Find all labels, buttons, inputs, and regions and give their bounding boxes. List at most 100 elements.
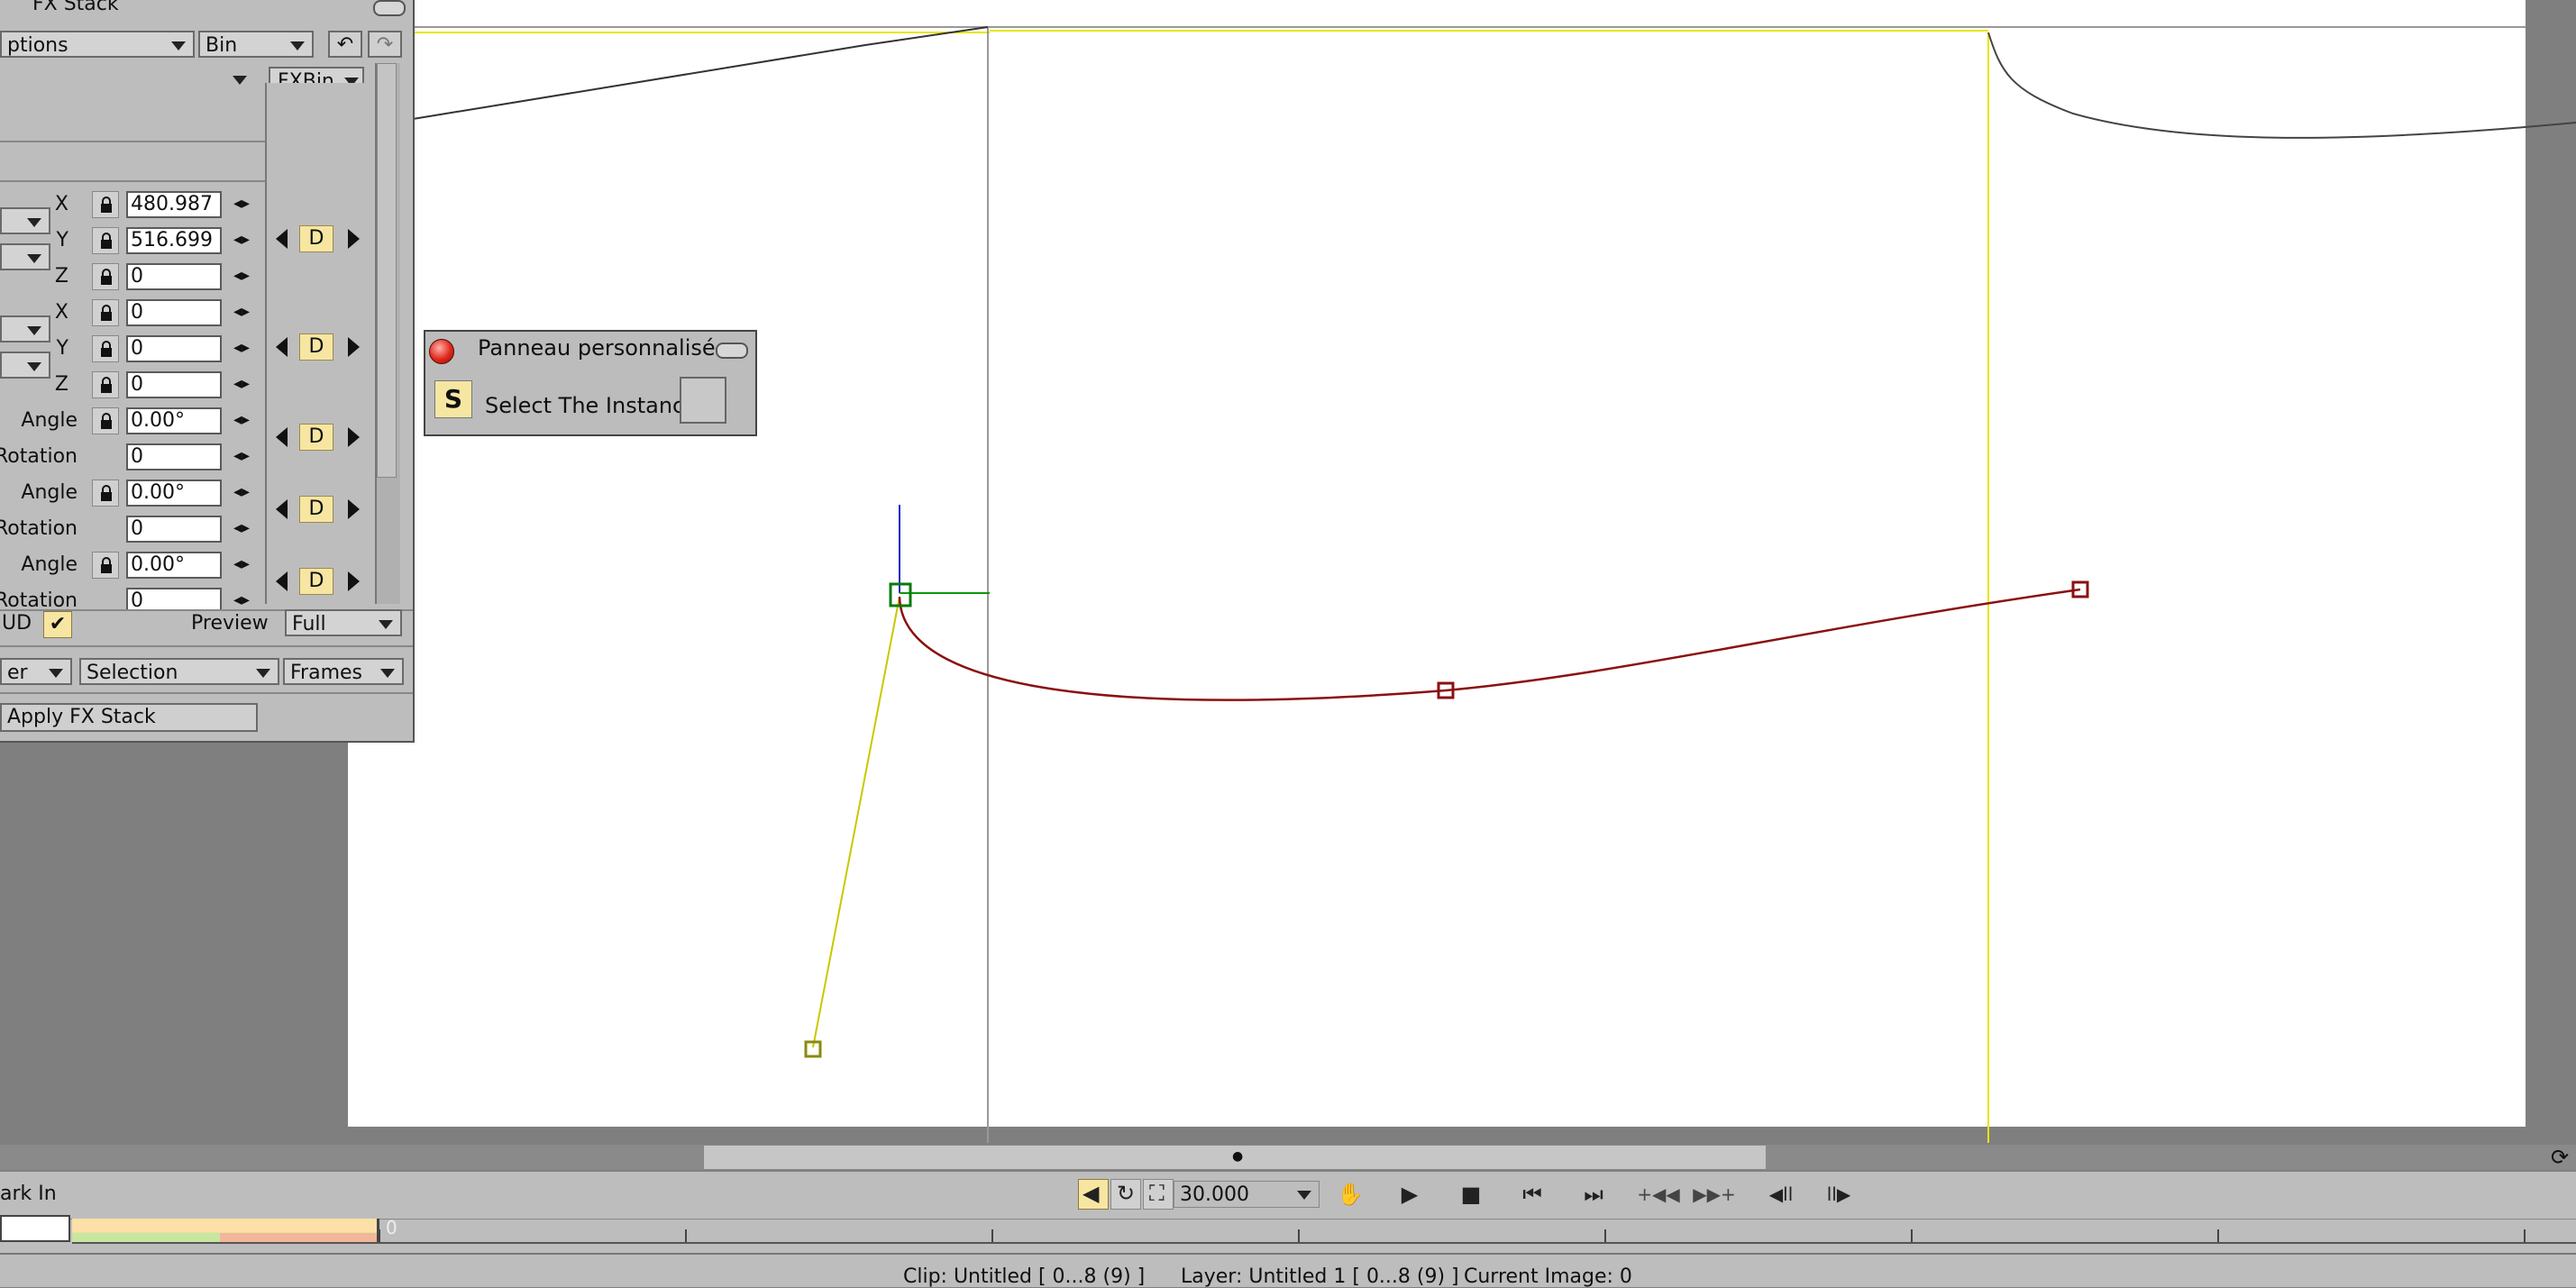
next-key-icon[interactable]: [348, 427, 360, 447]
param-label: Angle: [21, 481, 78, 504]
chevron-down-icon: [256, 669, 270, 678]
lock-icon[interactable]: [92, 480, 119, 507]
keyframe-button[interactable]: D: [299, 225, 333, 252]
chevron-down-icon: [27, 362, 41, 371]
render-dropdown-label: er: [7, 662, 28, 684]
next-key-icon[interactable]: [348, 499, 360, 519]
param-value-field[interactable]: 516.699: [126, 227, 222, 254]
spinner-icon[interactable]: ◂▸: [231, 519, 252, 537]
custom-panel: Panneau personnalisé S Select The Instan…: [424, 330, 757, 436]
next-frame-button[interactable]: ll▶: [1819, 1181, 1859, 1208]
param-value-field[interactable]: 0.00°: [126, 407, 222, 434]
param-value-field[interactable]: 0: [126, 443, 222, 470]
current-frame-label: 0: [386, 1217, 397, 1238]
lock-icon[interactable]: [92, 407, 119, 434]
add-prev-key-button[interactable]: +◀◀: [1635, 1181, 1682, 1208]
lock-icon[interactable]: [92, 371, 119, 398]
param-value-field[interactable]: 0.00°: [126, 552, 222, 579]
preview-dropdown[interactable]: Full: [285, 609, 402, 636]
lock-icon[interactable]: [92, 552, 119, 579]
spinner-icon[interactable]: ◂▸: [231, 591, 252, 609]
param-label: Rotation: [0, 517, 78, 540]
param-value-field[interactable]: 0: [126, 335, 222, 362]
spinner-icon[interactable]: ◂▸: [231, 303, 252, 321]
timeline-tick: [2217, 1229, 2219, 1242]
preview-value: Full: [292, 613, 326, 635]
prev-key-icon[interactable]: [276, 229, 288, 249]
selection-dropdown[interactable]: Selection: [79, 658, 279, 685]
spinner-icon[interactable]: ◂▸: [231, 483, 252, 501]
spinner-icon[interactable]: ◂▸: [231, 447, 252, 465]
keyframe-button[interactable]: D: [299, 496, 333, 523]
next-key-icon[interactable]: [348, 337, 360, 357]
spinner-icon[interactable]: ◂▸: [231, 339, 252, 357]
chevron-down-icon: [379, 620, 393, 629]
fit-toggle[interactable]: ⛶: [1143, 1179, 1174, 1210]
divider: [0, 645, 413, 647]
apply-fx-stack-button[interactable]: Apply FX Stack: [0, 703, 258, 732]
refresh-icon[interactable]: ⟳: [2544, 1145, 2576, 1170]
last-frame-button[interactable]: ⏭: [1574, 1181, 1613, 1208]
frames-dropdown[interactable]: Frames: [283, 658, 404, 685]
close-icon[interactable]: [429, 339, 454, 364]
param-value-field[interactable]: 0: [126, 371, 222, 398]
select-instance-button[interactable]: [680, 377, 726, 424]
audio-toggle[interactable]: ◀: [1078, 1179, 1109, 1210]
spinner-icon[interactable]: ◂▸: [231, 267, 252, 285]
lock-icon[interactable]: [92, 191, 119, 218]
keyframe-button[interactable]: D: [299, 333, 333, 361]
tangent-line: [812, 596, 900, 1048]
param-label: Y: [56, 337, 69, 360]
hand-icon[interactable]: ✋: [1332, 1181, 1368, 1208]
undo-button[interactable]: ↶: [328, 31, 362, 58]
first-frame-button[interactable]: ⏮: [1512, 1181, 1552, 1208]
add-next-key-button[interactable]: ▶▶+: [1691, 1181, 1738, 1208]
redo-button[interactable]: ↷: [368, 31, 402, 58]
param-label: Angle: [21, 409, 78, 432]
render-dropdown[interactable]: er: [0, 658, 72, 685]
param-label: Z: [54, 373, 69, 396]
param-value-field[interactable]: 0: [126, 263, 222, 290]
lock-icon[interactable]: [92, 299, 119, 326]
chevron-down-icon: [290, 41, 305, 50]
spinner-icon[interactable]: ◂▸: [231, 375, 252, 393]
param-value-field[interactable]: 0: [126, 299, 222, 326]
play-button[interactable]: ▶: [1393, 1181, 1426, 1208]
lock-icon[interactable]: [92, 335, 119, 362]
lock-icon[interactable]: [92, 263, 119, 290]
effect-dropdown[interactable]: [0, 67, 256, 94]
keyframe-button[interactable]: D: [299, 568, 333, 595]
lock-icon[interactable]: [92, 227, 119, 254]
prev-frame-button[interactable]: ◀ll: [1761, 1181, 1801, 1208]
mark-in-field[interactable]: [0, 1215, 70, 1242]
options-dropdown[interactable]: ptions: [0, 31, 195, 58]
timeline-tick: [1604, 1229, 1606, 1242]
spinner-icon[interactable]: ◂▸: [231, 411, 252, 429]
horizontal-scroll-thumb[interactable]: ●: [703, 1145, 1767, 1170]
param-value-field[interactable]: 0.00°: [126, 480, 222, 507]
spinner-icon[interactable]: ◂▸: [231, 231, 252, 249]
minimize-button[interactable]: [373, 0, 406, 16]
prev-key-icon[interactable]: [276, 571, 288, 591]
next-key-icon[interactable]: [348, 229, 360, 249]
fps-dropdown[interactable]: 30.000: [1174, 1181, 1320, 1208]
script-button[interactable]: S: [434, 380, 472, 418]
prev-key-icon[interactable]: [276, 337, 288, 357]
prev-key-icon[interactable]: [276, 499, 288, 519]
loop-toggle[interactable]: ↻: [1110, 1179, 1141, 1210]
prev-key-icon[interactable]: [276, 427, 288, 447]
spinner-icon[interactable]: ◂▸: [231, 195, 252, 213]
param-value-field[interactable]: 0: [126, 516, 222, 543]
scroll-thumb[interactable]: [377, 63, 397, 478]
minimize-button[interactable]: [716, 343, 748, 359]
spinner-icon[interactable]: ◂▸: [231, 555, 252, 573]
keyframe-button[interactable]: D: [299, 424, 333, 451]
next-key-icon[interactable]: [348, 571, 360, 591]
panel-title: FX Stack: [32, 0, 119, 15]
stop-button[interactable]: ■: [1455, 1181, 1487, 1208]
bin-label: Bin: [206, 34, 238, 57]
param-value-field[interactable]: 480.987: [126, 191, 222, 218]
bin-dropdown[interactable]: Bin: [198, 31, 314, 58]
hud-checkbox[interactable]: ✔: [43, 611, 72, 638]
fx-stack-panel: FX Stack ptions Bin ↶ ↷ FXBin X 480.987 ◂▸…: [0, 0, 415, 743]
